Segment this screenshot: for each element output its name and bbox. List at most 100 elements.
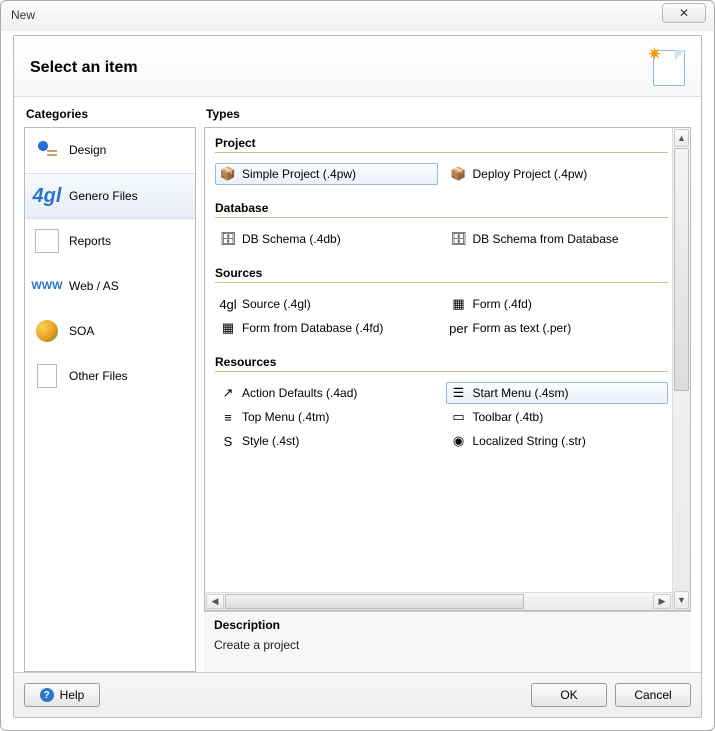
cube-icon: 📦 (451, 166, 467, 182)
type-item-label: Form as text (.per) (473, 321, 572, 335)
reports-icon (33, 227, 61, 255)
page-title: Select an item (30, 59, 138, 77)
type-item[interactable]: 🗄 DB Schema (.4db) (215, 228, 438, 250)
type-item-label: Style (.4st) (242, 434, 299, 448)
description-panel: Description Create a project (204, 611, 691, 672)
type-item-label: Deploy Project (.4pw) (473, 167, 588, 181)
dialog-body: Categories Design 4gl Genero Files Reports W… (14, 97, 701, 672)
dialog-header: Select an item ✷ (14, 36, 701, 97)
type-item-label: Top Menu (.4tm) (242, 410, 329, 424)
group-header: Sources (215, 266, 668, 283)
category-item[interactable]: SOA (25, 309, 195, 354)
type-item[interactable]: ◉ Localized String (.str) (446, 430, 669, 452)
type-item[interactable]: per Form as text (.per) (446, 317, 669, 339)
category-label: SOA (69, 324, 94, 338)
new-file-icon: ✷ (653, 50, 685, 86)
category-item[interactable]: Reports (25, 219, 195, 264)
soa-icon (33, 317, 61, 345)
types-label: Types (204, 103, 691, 127)
dialog-inner: Select an item ✷ Categories Design 4gl Gen… (13, 35, 702, 718)
titlebar: New ✕ (1, 1, 714, 29)
type-item-label: Start Menu (.4sm) (473, 386, 569, 400)
types-frame: Project 📦 Simple Project (.4pw) 📦 Deploy Pro… (204, 127, 691, 611)
type-item[interactable]: 4gl Source (.4gl) (215, 293, 438, 315)
description-label: Description (214, 618, 681, 632)
type-item-label: Simple Project (.4pw) (242, 167, 356, 181)
category-label: Other Files (69, 369, 128, 383)
ok-button[interactable]: OK (531, 683, 607, 707)
category-item[interactable]: WWWWeb / AS (25, 264, 195, 309)
help-icon: ? (40, 688, 54, 702)
categories-panel: Categories Design 4gl Genero Files Reports W… (24, 103, 196, 672)
group-header: Project (215, 136, 668, 153)
category-label: Reports (69, 234, 111, 248)
spark-icon: ✷ (647, 44, 662, 65)
type-item[interactable]: ▦ Form (.4fd) (446, 293, 669, 315)
toolbar-icon: ▭ (451, 409, 467, 425)
scroll-left-icon[interactable]: ◀ (206, 594, 224, 609)
scroll-down-icon[interactable]: ▼ (674, 591, 689, 609)
close-button[interactable]: ✕ (662, 3, 706, 23)
group-body: ↗Action Defaults (.4ad) ☰ Start Menu (.4sm… (215, 372, 668, 460)
ok-button-label: OK (560, 688, 577, 702)
form-icon: ▦ (451, 296, 467, 312)
group-body: 🗄 DB Schema (.4db) 🗄 DB Schema from Databas… (215, 218, 668, 258)
genero-files-icon: 4gl (33, 182, 61, 210)
dialog-window: New ✕ Select an item ✷ Categories Design… (0, 0, 715, 731)
cancel-button[interactable]: Cancel (615, 683, 691, 707)
scroll-right-icon[interactable]: ▶ (653, 594, 671, 609)
type-item[interactable]: ↗Action Defaults (.4ad) (215, 382, 438, 404)
help-button-label: Help (60, 688, 85, 702)
type-item[interactable]: ☰ Start Menu (.4sm) (446, 382, 669, 404)
group-header: Database (215, 201, 668, 218)
group-body: 4gl Source (.4gl) ▦ Form (.4fd) ▦ Form from D… (215, 283, 668, 347)
description-text: Create a project (214, 638, 681, 652)
vertical-scrollbar[interactable]: ▲ ▼ (672, 128, 690, 610)
form-db-icon: ▦ (220, 320, 236, 336)
window-title: New (11, 8, 35, 22)
close-icon: ✕ (679, 6, 689, 20)
scroll-thumb-v[interactable] (674, 148, 689, 391)
categories-label: Categories (24, 103, 196, 127)
cancel-button-label: Cancel (634, 688, 671, 702)
type-item-label: DB Schema (.4db) (242, 232, 341, 246)
web-as-icon: WWW (33, 272, 61, 300)
startmenu-icon: ☰ (451, 385, 467, 401)
types-panel: Types Project 📦 Simple Project (.4pw) 📦 Depl… (204, 103, 691, 672)
category-item[interactable]: Other Files (25, 354, 195, 399)
topmenu-icon: ≡ (220, 409, 236, 425)
category-item[interactable]: Design (25, 128, 195, 173)
group-body: 📦 Simple Project (.4pw) 📦 Deploy Project (.… (215, 153, 668, 193)
string-icon: ◉ (451, 433, 467, 449)
type-item-label: Localized String (.str) (473, 434, 586, 448)
category-label: Genero Files (69, 189, 138, 203)
type-item-label: Form from Database (.4fd) (242, 321, 383, 335)
style-icon: S (220, 433, 236, 449)
per-icon: per (451, 320, 467, 336)
type-item[interactable]: 📦 Deploy Project (.4pw) (446, 163, 669, 185)
type-item-label: Toolbar (.4tb) (473, 410, 544, 424)
type-item[interactable]: ≡ Top Menu (.4tm) (215, 406, 438, 428)
dialog-footer: ? Help OK Cancel (14, 672, 701, 717)
help-button[interactable]: ? Help (24, 683, 100, 707)
db-icon: 🗄 (220, 231, 236, 247)
db-icon: 🗄 (451, 231, 467, 247)
cube-icon: 📦 (220, 166, 236, 182)
category-item[interactable]: 4gl Genero Files (25, 173, 195, 219)
type-item[interactable]: S Style (.4st) (215, 430, 438, 452)
scroll-up-icon[interactable]: ▲ (674, 129, 689, 147)
type-item-label: Action Defaults (.4ad) (242, 386, 357, 400)
type-item-label: DB Schema from Database (473, 232, 619, 246)
source-icon: 4gl (220, 296, 236, 312)
scroll-thumb-h[interactable] (225, 594, 524, 609)
horizontal-scrollbar[interactable]: ◀ ▶ (205, 592, 672, 610)
type-item[interactable]: 📦 Simple Project (.4pw) (215, 163, 438, 185)
design-icon (33, 136, 61, 164)
type-item[interactable]: 🗄 DB Schema from Database (446, 228, 669, 250)
type-item-label: Source (.4gl) (242, 297, 311, 311)
categories-list[interactable]: Design 4gl Genero Files Reports WWWWeb / AS S… (24, 127, 196, 672)
type-item-label: Form (.4fd) (473, 297, 532, 311)
type-item[interactable]: ▭ Toolbar (.4tb) (446, 406, 669, 428)
types-list[interactable]: Project 📦 Simple Project (.4pw) 📦 Deploy Pro… (205, 128, 672, 592)
type-item[interactable]: ▦ Form from Database (.4fd) (215, 317, 438, 339)
